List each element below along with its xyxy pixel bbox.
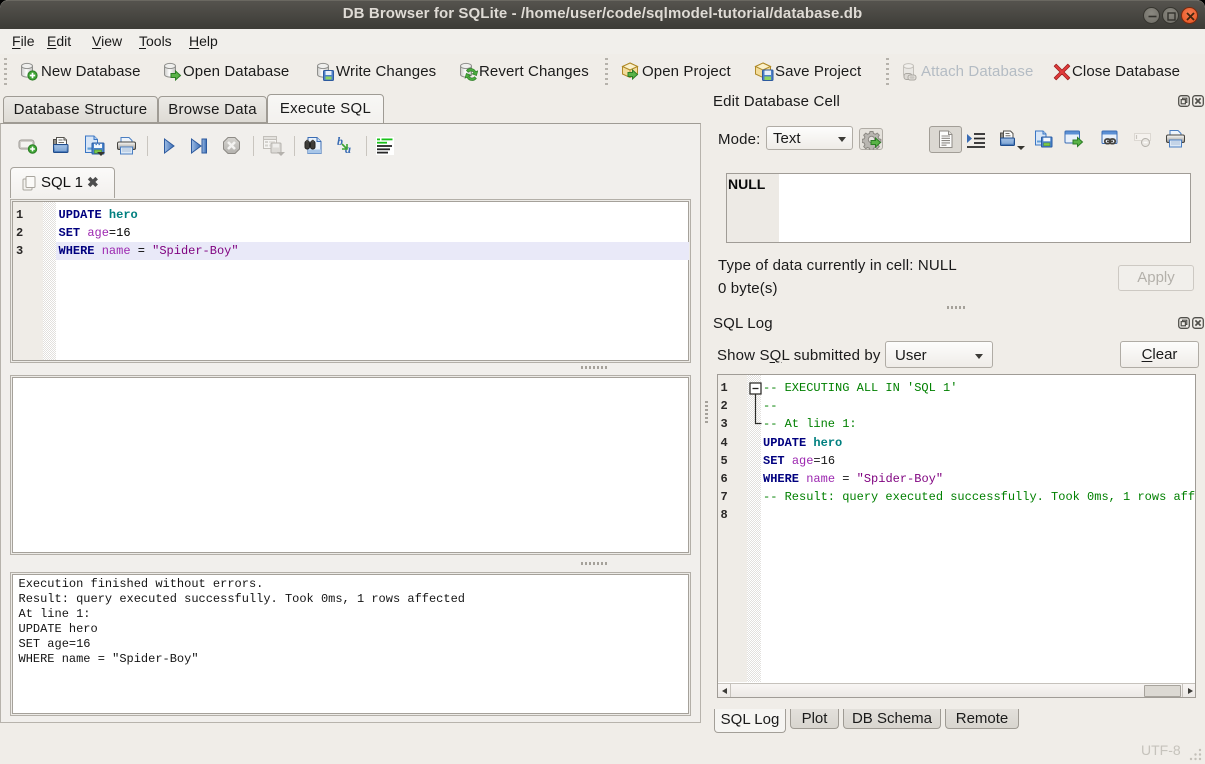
svg-text:b: b — [337, 136, 343, 148]
